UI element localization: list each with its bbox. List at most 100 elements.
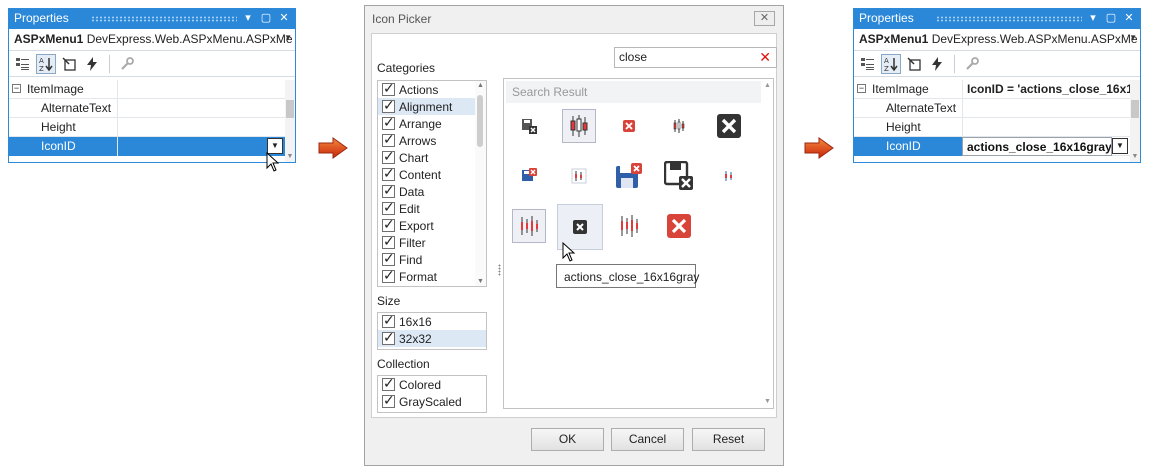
object-selector[interactable]: ASPxMenu1 DevExpress.Web.ASPxMenu.ASPxMe…	[9, 29, 295, 51]
candlestick-small-icon[interactable]	[662, 109, 696, 143]
category-item[interactable]: Data	[378, 182, 486, 200]
category-item[interactable]: Filter	[378, 233, 486, 251]
wrench-icon[interactable]	[117, 54, 137, 74]
close-icon[interactable]: ✕	[754, 11, 775, 26]
property-value[interactable]	[117, 118, 285, 137]
save-close-gray-icon[interactable]	[512, 109, 546, 143]
candlestick-outline-small-icon[interactable]	[562, 159, 596, 193]
maximize-icon[interactable]: ▢	[1103, 10, 1119, 26]
property-value[interactable]	[962, 118, 1130, 137]
scroll-thumb[interactable]	[286, 100, 294, 118]
category-item[interactable]: Arrows	[378, 131, 486, 149]
properties-button[interactable]	[904, 54, 924, 74]
collection-item[interactable]: Colored	[378, 376, 486, 393]
category-item[interactable]: Chart	[378, 148, 486, 166]
category-item[interactable]: Edit	[378, 199, 486, 217]
checkbox[interactable]	[382, 165, 395, 182]
clear-search-icon[interactable]: ✕	[759, 49, 771, 66]
checkbox[interactable]	[382, 148, 395, 165]
property-row-iconid[interactable]: IconID ▼	[9, 137, 295, 156]
dropdown-icon[interactable]: ▾	[1085, 10, 1101, 26]
search-input[interactable]: close ✕	[614, 47, 777, 68]
property-row-height[interactable]: Height	[854, 118, 1140, 137]
property-row-alternatetext[interactable]: AlternateText	[854, 99, 1140, 118]
property-row-alternatetext[interactable]: AlternateText	[9, 99, 295, 118]
cancel-button[interactable]: Cancel	[611, 428, 684, 451]
size-item[interactable]: 16x16	[378, 313, 486, 330]
checkbox[interactable]	[382, 376, 395, 392]
categorized-button[interactable]	[858, 54, 878, 74]
ok-button[interactable]: OK	[531, 428, 604, 451]
dropdown-button[interactable]: ▼	[1112, 138, 1128, 154]
reset-button[interactable]: Reset	[692, 428, 765, 451]
checkbox[interactable]	[382, 392, 395, 409]
close-icon[interactable]: ✕	[1121, 10, 1137, 26]
category-item[interactable]: Arrange	[378, 114, 486, 132]
category-row[interactable]: − ItemImage	[9, 80, 295, 99]
checkbox[interactable]	[382, 329, 395, 346]
candlestick-chart-icon[interactable]	[562, 109, 596, 143]
scroll-thumb[interactable]	[1131, 100, 1139, 118]
category-item[interactable]: Content	[378, 165, 486, 183]
checkbox[interactable]	[382, 182, 395, 199]
alphabetical-button[interactable]: AZ	[36, 53, 56, 74]
properties-button[interactable]	[59, 54, 79, 74]
scroll-down-icon[interactable]: ▼	[763, 398, 772, 405]
checkbox[interactable]	[382, 233, 395, 250]
property-row-height[interactable]: Height	[9, 118, 295, 137]
size-list[interactable]: 16x16 32x32	[377, 312, 487, 350]
vertical-scrollbar[interactable]: ▼	[285, 80, 295, 162]
collection-list[interactable]: Colored GrayScaled	[377, 375, 487, 413]
candlestick-tiny-icon[interactable]	[712, 159, 746, 193]
close-red-small-icon[interactable]	[612, 109, 646, 143]
collection-item[interactable]: GrayScaled	[378, 392, 486, 410]
categories-scrollbar[interactable]: ▲ ▼	[475, 81, 486, 286]
iconid-value-field[interactable]: actions_close_16x16gray	[962, 137, 1112, 156]
close-large-icon[interactable]	[712, 109, 746, 143]
category-row[interactable]: − ItemImage IconID = 'actions_close_16x1	[854, 80, 1140, 99]
checkbox[interactable]	[382, 199, 395, 216]
object-selector[interactable]: ASPxMenu1 DevExpress.Web.ASPxMenu.ASPxMe…	[854, 29, 1140, 51]
checkbox[interactable]	[382, 97, 395, 114]
scroll-down-icon[interactable]: ▼	[1131, 153, 1139, 160]
checkbox[interactable]	[382, 114, 395, 131]
property-value[interactable]	[117, 137, 285, 156]
alphabetical-button[interactable]: AZ	[881, 53, 901, 74]
category-item[interactable]: Export	[378, 216, 486, 234]
scroll-up-icon[interactable]: ▲	[476, 82, 485, 89]
checkbox[interactable]	[382, 267, 395, 284]
candlestick-large-icon[interactable]	[612, 209, 646, 243]
categorized-button[interactable]	[13, 54, 33, 74]
save-close-gray-large-icon[interactable]	[662, 159, 696, 193]
property-row-iconid[interactable]: IconID actions_close_16x16gray ▼	[854, 137, 1140, 156]
wrench-icon[interactable]	[962, 54, 982, 74]
category-item[interactable]: Alignment	[378, 97, 486, 115]
events-lightning-icon[interactable]	[927, 54, 947, 74]
close-icon[interactable]: ✕	[276, 10, 292, 26]
scroll-thumb[interactable]	[477, 95, 483, 147]
size-item[interactable]: 32x32	[378, 329, 486, 347]
category-item[interactable]: Format	[378, 267, 486, 285]
scroll-up-icon[interactable]: ▲	[763, 82, 772, 89]
property-value[interactable]	[962, 99, 1130, 118]
close-red-large-icon[interactable]	[662, 209, 696, 243]
category-item[interactable]: Actions	[378, 81, 486, 98]
splitter-handle[interactable]	[498, 264, 501, 276]
maximize-icon[interactable]: ▢	[258, 10, 274, 26]
scroll-down-icon[interactable]: ▼	[476, 278, 485, 285]
vertical-scrollbar[interactable]: ▼	[1130, 80, 1140, 162]
results-scrollbar[interactable]: ▲ ▼	[762, 79, 773, 408]
categories-list[interactable]: Actions Alignment Arrange Arrows Chart C…	[377, 80, 487, 287]
checkbox[interactable]	[382, 250, 395, 267]
scroll-down-icon[interactable]: ▼	[286, 153, 294, 160]
checkbox[interactable]	[382, 313, 395, 329]
events-lightning-icon[interactable]	[82, 54, 102, 74]
checkbox[interactable]	[382, 216, 395, 233]
checkbox[interactable]	[382, 81, 395, 97]
candlestick-outline-icon[interactable]	[512, 209, 546, 243]
save-close-color-icon[interactable]	[512, 159, 546, 193]
category-item[interactable]: Find	[378, 250, 486, 268]
save-close-large-icon[interactable]	[612, 159, 646, 193]
property-value[interactable]	[117, 99, 285, 118]
checkbox[interactable]	[382, 131, 395, 148]
